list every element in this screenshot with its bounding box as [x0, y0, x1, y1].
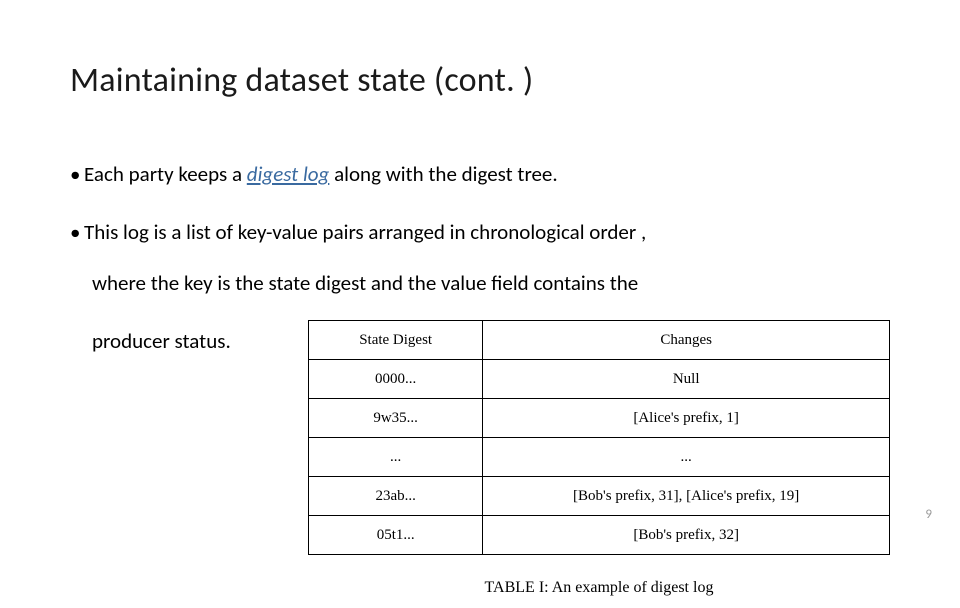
bullet-1: •Each party keeps a digest log along wit…	[70, 149, 890, 199]
emphasis-digest-log: digest log	[247, 161, 330, 187]
cell-digest: 23ab...	[309, 477, 483, 516]
bullet-dot: •	[70, 149, 84, 199]
table-row: 23ab... [Bob's prefix, 31], [Alice's pre…	[309, 477, 890, 516]
lower-row: producer status. State Digest Changes 00…	[70, 316, 890, 607]
slide: Maintaining dataset state (cont. ) •Each…	[0, 0, 960, 540]
table-caption: TABLE I: An example of digest log	[308, 569, 890, 607]
digest-log-table: State Digest Changes 0000... Null 9w35..…	[308, 320, 890, 555]
table-row: ... ...	[309, 438, 890, 477]
cell-digest: 9w35...	[309, 399, 483, 438]
table-row: 9w35... [Alice's prefix, 1]	[309, 399, 890, 438]
digest-log-table-wrap: State Digest Changes 0000... Null 9w35..…	[308, 320, 890, 607]
bullet-dot: •	[70, 207, 84, 257]
cell-changes: [Bob's prefix, 31], [Alice's prefix, 19]	[483, 477, 890, 516]
header-changes: Changes	[483, 321, 890, 360]
bullet-1-post: along with the digest tree.	[329, 161, 557, 187]
header-state-digest: State Digest	[309, 321, 483, 360]
cell-digest: 05t1...	[309, 516, 483, 555]
bullet-2: •This log is a list of key-value pairs a…	[70, 207, 890, 308]
cell-changes: Null	[483, 360, 890, 399]
cell-digest: 0000...	[309, 360, 483, 399]
cell-changes: [Alice's prefix, 1]	[483, 399, 890, 438]
slide-body: •Each party keeps a digest log along wit…	[70, 149, 890, 608]
bullet-2-line1: This log is a list of key-value pairs ar…	[84, 219, 646, 245]
table-row: 05t1... [Bob's prefix, 32]	[309, 516, 890, 555]
bullet-2-line3: producer status.	[70, 316, 300, 366]
page-number: 9	[925, 507, 932, 522]
table-header-row: State Digest Changes	[309, 321, 890, 360]
cell-changes: ...	[483, 438, 890, 477]
slide-title: Maintaining dataset state (cont. )	[70, 60, 890, 101]
table-row: 0000... Null	[309, 360, 890, 399]
bullet-1-text: Each party keeps a digest log along with…	[84, 161, 558, 187]
cell-changes: [Bob's prefix, 32]	[483, 516, 890, 555]
bullet-1-pre: Each party keeps a	[84, 161, 247, 187]
bullet-2-line2: where the key is the state digest and th…	[70, 258, 890, 308]
cell-digest: ...	[309, 438, 483, 477]
